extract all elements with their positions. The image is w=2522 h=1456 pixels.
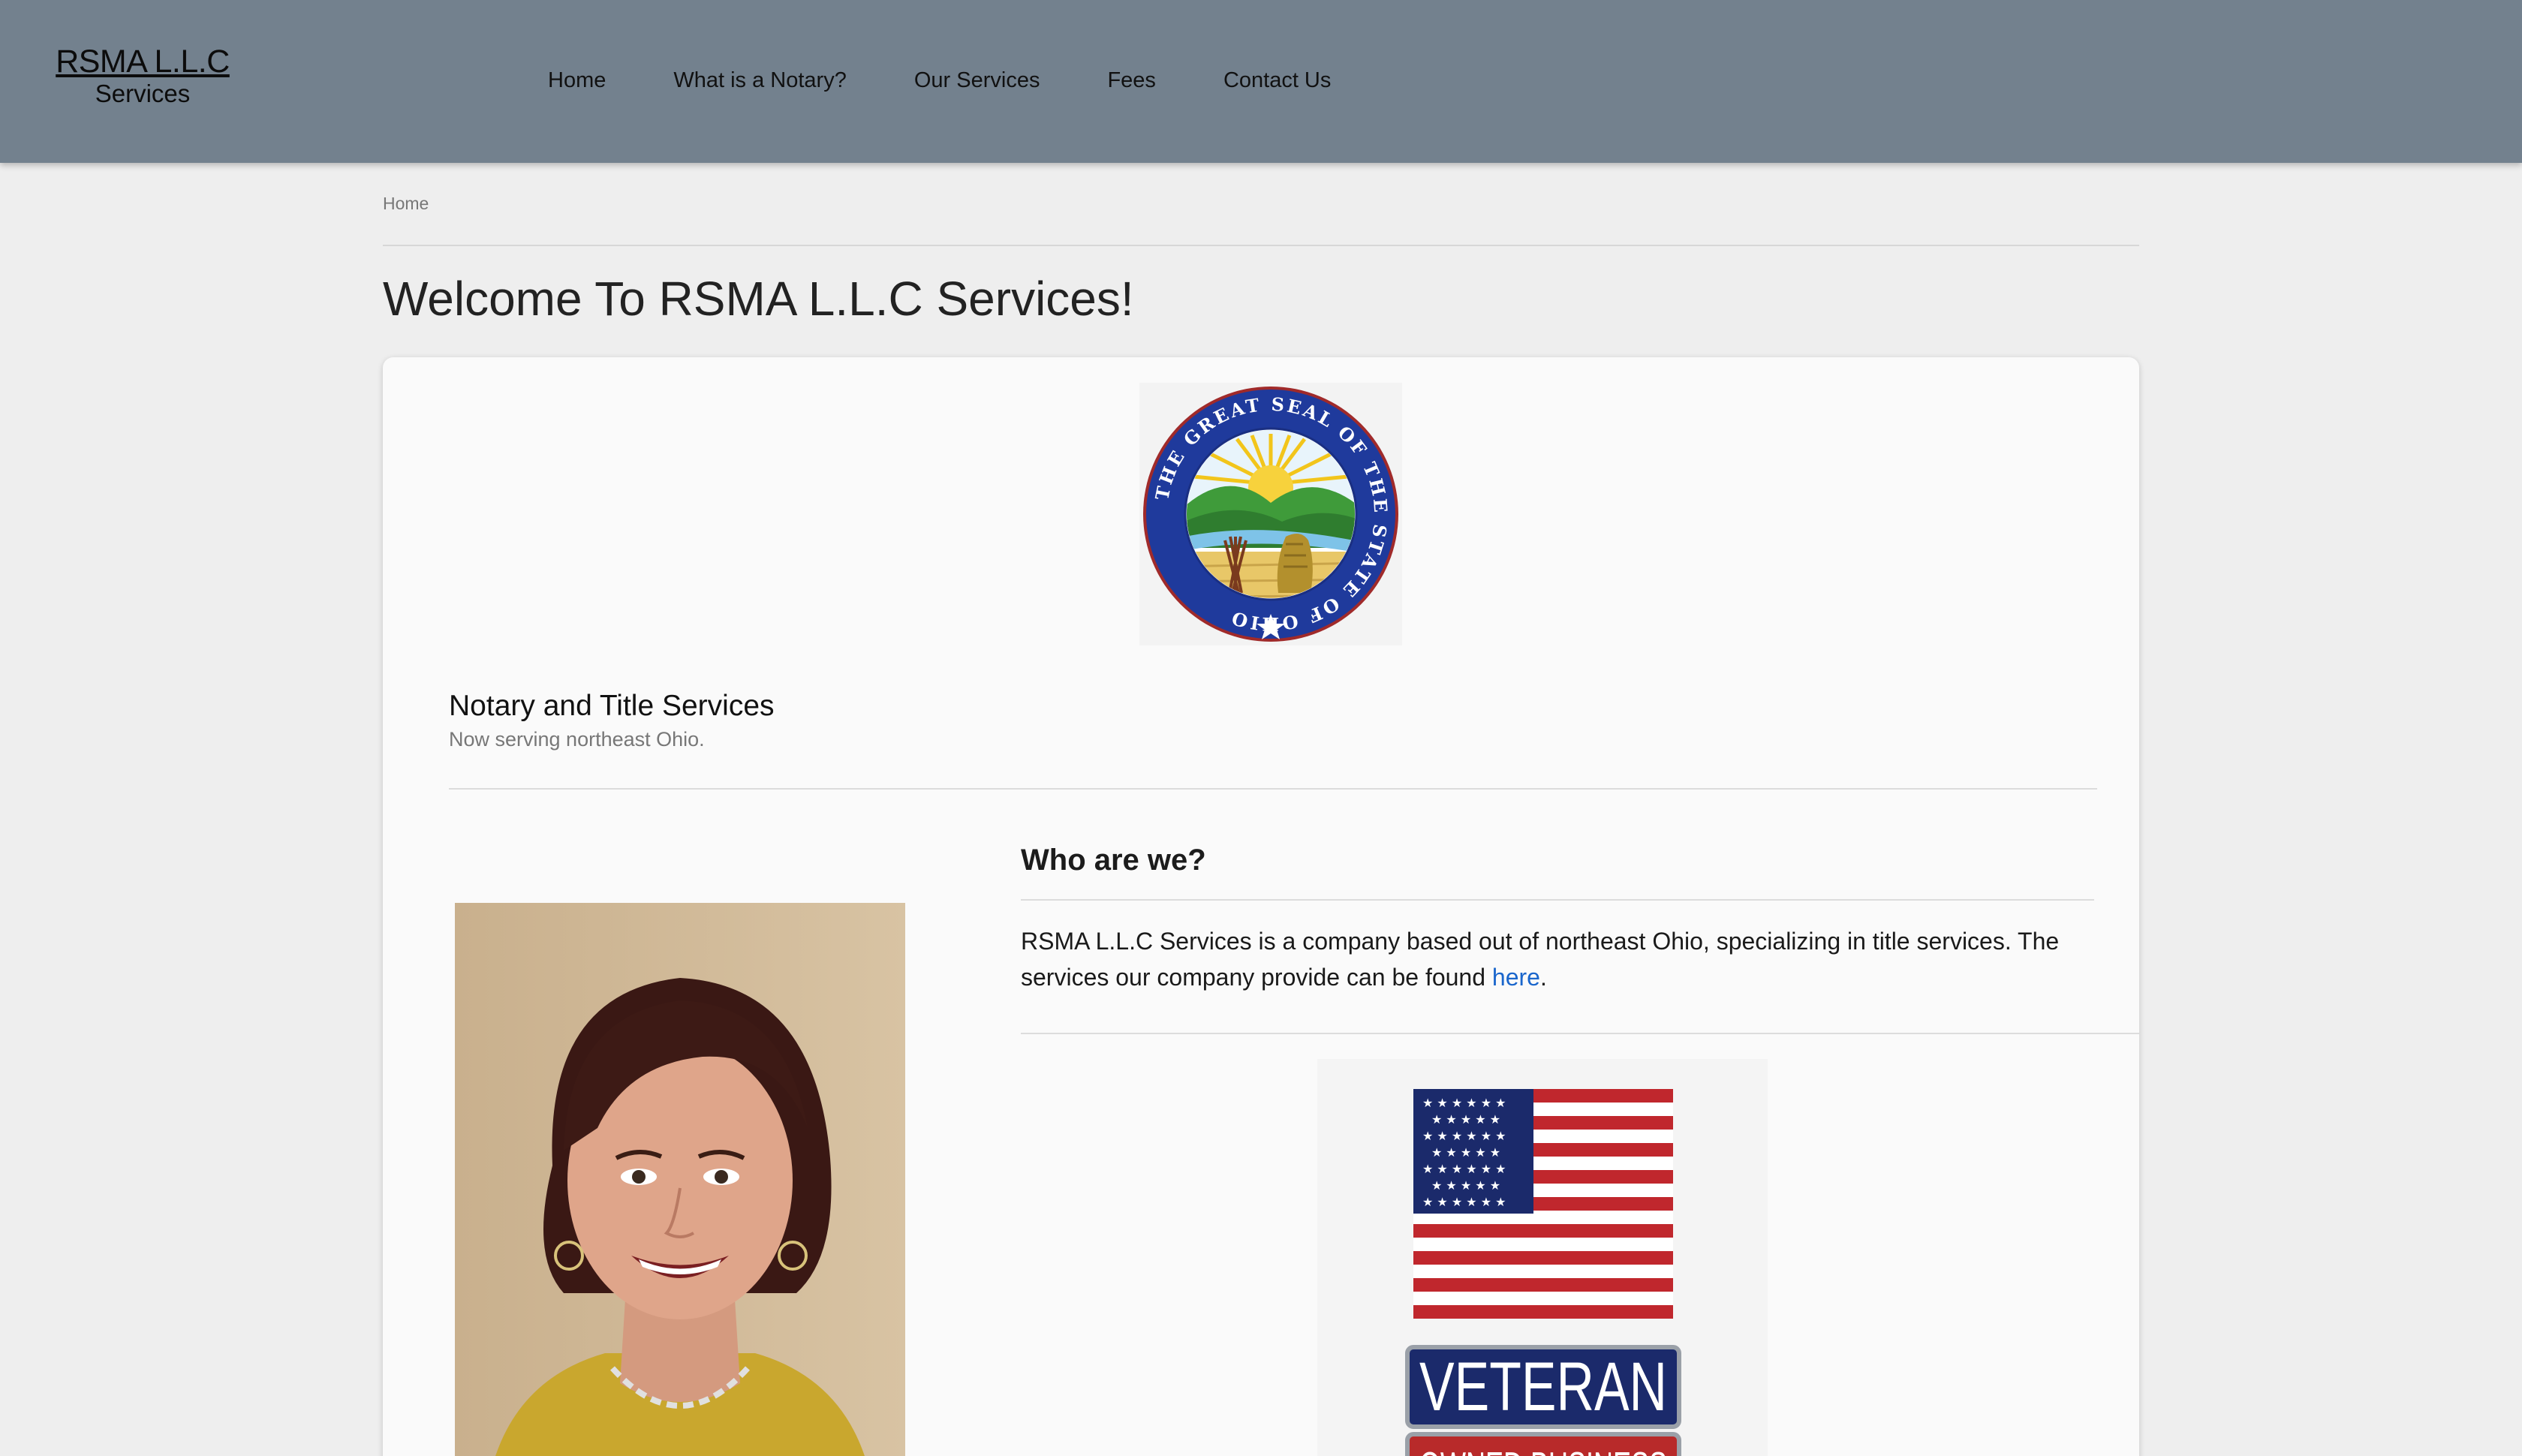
- about-paragraph: RSMA L.L.C Services is a company based o…: [1021, 923, 2094, 995]
- content-card: THE GREAT SEAL OF THE STATE OF OHIO Nota…: [383, 357, 2139, 1456]
- services-here-link[interactable]: here: [1492, 964, 1540, 991]
- nav-fees[interactable]: Fees: [1107, 62, 1155, 99]
- about-text-end: .: [1539, 964, 1547, 991]
- ohio-seal-image: THE GREAT SEAL OF THE STATE OF OHIO: [1139, 383, 1402, 645]
- owner-portrait-photo: [455, 903, 905, 1456]
- divider: [383, 245, 2139, 246]
- svg-text:★ ★ ★ ★ ★ ★: ★ ★ ★ ★ ★ ★: [1422, 1195, 1506, 1209]
- veteran-owned-badge: ★ ★ ★ ★ ★ ★ ★ ★ ★ ★ ★ ★ ★ ★ ★ ★ ★ ★ ★ ★ …: [1317, 1059, 1768, 1456]
- who-are-we-heading: Who are we?: [1021, 844, 1206, 877]
- svg-text:★ ★ ★ ★ ★ ★: ★ ★ ★ ★ ★ ★: [1422, 1162, 1506, 1176]
- notary-section-subtitle: Now serving northeast Ohio.: [449, 728, 705, 751]
- nav-our-services[interactable]: Our Services: [914, 62, 1040, 99]
- svg-text:★ ★ ★ ★ ★ ★: ★ ★ ★ ★ ★ ★: [1422, 1129, 1506, 1143]
- svg-text:VETERAN: VETERAN: [1419, 1349, 1667, 1425]
- logo-subtitle: Services: [95, 80, 191, 107]
- breadcrumb[interactable]: Home: [383, 194, 429, 214]
- divider: [1021, 1033, 2139, 1034]
- nav-what-is-notary[interactable]: What is a Notary?: [673, 62, 846, 99]
- site-header: RSMA L.L.C Services Home What is a Notar…: [0, 0, 2522, 163]
- divider: [1021, 899, 2094, 901]
- svg-text:OWNED BUSINESS: OWNED BUSINESS: [1419, 1445, 1667, 1456]
- notary-section-title: Notary and Title Services: [449, 690, 775, 722]
- svg-text:★ ★ ★ ★ ★: ★ ★ ★ ★ ★: [1431, 1112, 1500, 1127]
- svg-text:★ ★ ★ ★ ★: ★ ★ ★ ★ ★: [1431, 1178, 1500, 1193]
- main-nav: Home What is a Notary? Our Services Fees…: [548, 62, 1398, 99]
- page-title: Welcome To RSMA L.L.C Services!: [383, 272, 1134, 326]
- nav-contact-us[interactable]: Contact Us: [1223, 62, 1331, 99]
- divider: [449, 788, 2097, 790]
- site-logo-link[interactable]: RSMA L.L.C Services: [45, 44, 240, 108]
- nav-home[interactable]: Home: [548, 62, 606, 99]
- svg-text:★ ★ ★ ★ ★: ★ ★ ★ ★ ★: [1431, 1145, 1500, 1160]
- svg-text:★ ★ ★ ★ ★ ★: ★ ★ ★ ★ ★ ★: [1422, 1096, 1506, 1110]
- logo-title: RSMA L.L.C: [56, 44, 230, 80]
